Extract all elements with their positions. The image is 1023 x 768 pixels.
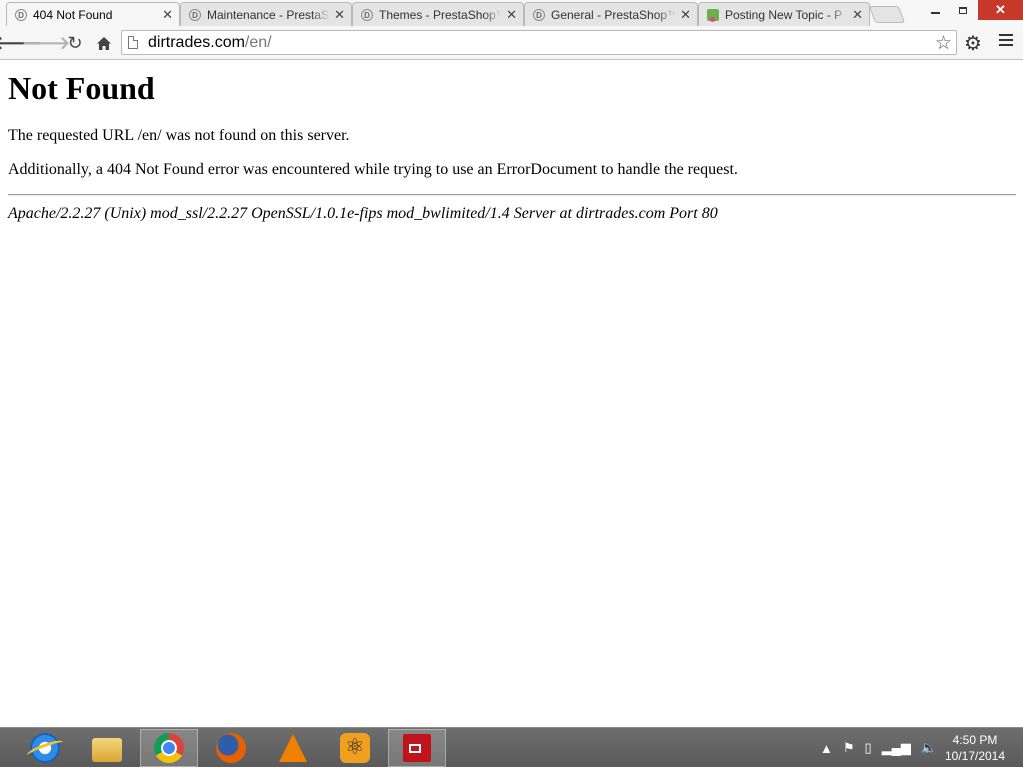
error-message: The requested URL /en/ was not found on … [8,127,350,144]
menu-icon[interactable] [999,34,1013,49]
new-tab-button[interactable] [868,6,906,23]
address-bar[interactable]: dirtrades.com/en/ ☆ [121,30,957,55]
error-detail: Additionally, a 404 Not Found error was … [8,161,738,178]
d-circle-icon: D [15,8,27,21]
close-icon[interactable]: ✕ [506,7,517,23]
url-text[interactable]: dirtrades.com/en/ [148,34,272,52]
show-hidden-icons-icon[interactable]: ▲ [820,741,833,756]
url-path: /en/ [244,33,272,51]
tab-title: Themes - PrestaShop™ [379,7,503,22]
close-icon[interactable]: ✕ [852,7,863,23]
home-button[interactable] [93,32,115,54]
d-circle-icon: D [533,8,545,21]
tab-title: General - PrestaShop™ [551,7,677,22]
firefox-icon [216,733,246,763]
tab-strip: D 404 Not Found ✕ D Maintenance - Presta… [0,0,1023,26]
home-icon [97,36,111,50]
divider [8,194,1016,196]
reload-icon: ↻ [67,32,83,53]
tab-themes[interactable]: D Themes - PrestaShop™ ✕ [352,2,524,26]
atom-icon [340,733,370,763]
chrome-icon [154,733,184,763]
taskbar-red-app[interactable] [388,729,446,767]
arrow-right-icon: 🡒 [21,32,71,53]
page-icon [128,36,138,49]
tab-404-not-found[interactable]: D 404 Not Found ✕ [6,2,180,26]
reload-button[interactable]: ↻ [64,32,86,54]
folder-icon [92,738,122,762]
browser-toolbar: 🡐 🡒 ↻ dirtrades.com/en/ ☆ ⚙ [0,26,1023,60]
forward-button[interactable]: 🡒 [22,32,70,54]
tab-general[interactable]: D General - PrestaShop™ ✕ [524,2,698,26]
taskbar: ▲ ⚑ ▯ ▂▄▆ 🔈 4:50 PM 10/17/2014 [0,727,1023,767]
bookmark-star-icon[interactable]: ☆ [935,32,952,55]
page-content: Not Found The requested URL /en/ was not… [0,61,1023,727]
close-icon[interactable]: ✕ [162,7,173,23]
tab-title: 404 Not Found [33,7,113,22]
gear-icon[interactable]: ⚙ [964,31,982,56]
action-center-flag-icon[interactable]: ⚑ [843,740,855,756]
system-tray: ▲ ⚑ ▯ ▂▄▆ 🔈 [820,728,947,768]
close-window-button[interactable]: ✕ [978,0,1023,20]
leaf-icon [707,8,719,22]
system-clock[interactable]: 4:50 PM 10/17/2014 [940,732,1010,764]
vlc-cone-icon [279,734,307,762]
d-circle-icon: D [189,8,201,21]
server-signature: Apache/2.2.27 (Unix) mod_ssl/2.2.27 Open… [8,205,718,222]
tab-maintenance[interactable]: D Maintenance - PrestaShop ✕ [180,2,352,26]
taskbar-internet-explorer[interactable] [16,729,74,767]
network-app-icon [403,734,431,762]
taskbar-atom-app[interactable] [326,729,384,767]
page-title: Not Found [8,70,155,106]
taskbar-chrome[interactable] [140,729,198,767]
power-icon[interactable]: ▯ [865,740,872,756]
taskbar-file-explorer[interactable] [78,729,136,767]
tab-posting-new-topic[interactable]: Posting New Topic - P ✕ [698,2,870,26]
minimize-button[interactable] [922,0,948,20]
tab-title: Posting New Topic - P [725,7,843,22]
maximize-button[interactable] [950,0,976,20]
network-signal-icon[interactable]: ▂▄▆ [882,740,911,756]
clock-time: 4:50 PM [952,733,998,747]
d-circle-icon: D [361,8,373,21]
url-host: dirtrades.com [148,33,245,51]
close-icon[interactable]: ✕ [680,7,691,23]
close-icon[interactable]: ✕ [334,7,345,23]
minimize-icon [930,12,940,14]
restore-icon [959,6,967,14]
clock-date: 10/17/2014 [944,749,1006,763]
volume-icon[interactable]: 🔈 [921,740,937,756]
tab-title: Maintenance - PrestaShop [207,7,330,22]
internet-explorer-icon [30,733,60,763]
taskbar-firefox[interactable] [202,729,260,767]
taskbar-vlc[interactable] [264,729,322,767]
